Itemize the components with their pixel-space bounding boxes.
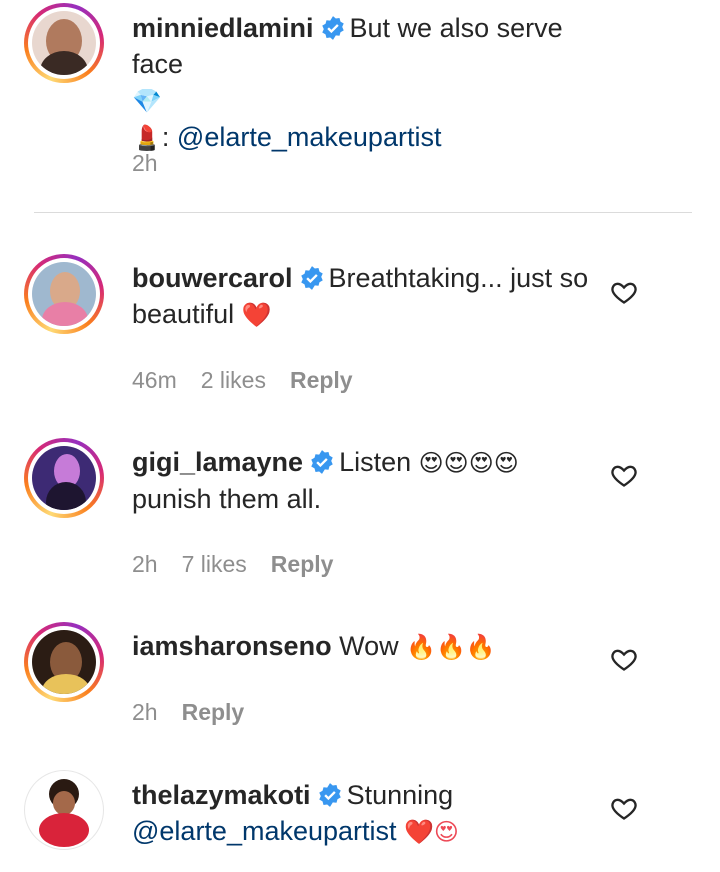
comment-body-continued: punish them all.: [132, 484, 322, 514]
mention-link[interactable]: @elarte_makeupartist: [177, 122, 442, 152]
comment-text: gigi_lamayne Listen 😍😍😍😍 punish them all.: [132, 444, 592, 517]
heart-eyes-emoji: 😍😍😍😍: [418, 449, 519, 477]
timestamp: 2h: [132, 699, 158, 725]
heart-emoji: ❤️: [241, 301, 272, 329]
timestamp: 2h: [132, 551, 158, 577]
comment-text: iamsharonseno Wow 🔥🔥🔥: [132, 628, 592, 665]
like-heart-icon[interactable]: [610, 794, 638, 822]
timestamp: 2h: [132, 150, 158, 176]
divider: [34, 212, 692, 213]
like-count[interactable]: 2 likes: [201, 367, 266, 394]
comment-text: bouwercarol Breathtaking... just so beaut…: [132, 260, 592, 333]
avatar[interactable]: [24, 770, 104, 850]
comment-body: Wow: [339, 631, 399, 661]
avatar[interactable]: [24, 622, 104, 702]
mention-link[interactable]: @elarte_makeupartist: [132, 816, 397, 846]
timestamp: 46m: [132, 367, 177, 393]
comment-body: Listen: [339, 447, 412, 477]
verified-badge-icon: [311, 450, 333, 474]
like-heart-icon[interactable]: [610, 461, 638, 489]
verified-badge-icon: [300, 266, 323, 290]
gem-emoji: 💎: [132, 87, 162, 115]
avatar[interactable]: [24, 438, 104, 518]
comment-meta: 2h 7 likes Reply: [132, 551, 333, 578]
reply-button[interactable]: Reply: [271, 551, 334, 578]
comment-text: thelazymakoti Stunning @elarte_makeuparti…: [132, 777, 592, 850]
verified-badge-icon: [318, 783, 341, 807]
verified-badge-icon: [321, 16, 344, 40]
avatar[interactable]: [24, 3, 104, 83]
comment-body: Stunning: [346, 780, 454, 810]
like-heart-icon[interactable]: [610, 645, 638, 673]
heart-emoji: ❤️😍: [404, 818, 459, 846]
comment-text: minniedlamini But we also serve face 💎 💄:…: [132, 10, 592, 156]
username[interactable]: thelazymakoti: [132, 780, 311, 810]
username[interactable]: gigi_lamayne: [132, 447, 303, 477]
separator: :: [161, 122, 170, 152]
avatar[interactable]: [24, 254, 104, 334]
username[interactable]: iamsharonseno: [132, 631, 332, 661]
comment-meta: 2h Reply: [132, 699, 244, 726]
comment-meta: 46m 2 likes Reply: [132, 367, 353, 394]
like-count[interactable]: 7 likes: [182, 551, 247, 578]
comment-meta: 2h: [132, 150, 158, 177]
lipstick-emoji: 💄: [132, 124, 162, 152]
reply-button[interactable]: Reply: [182, 699, 245, 726]
reply-button[interactable]: Reply: [290, 367, 353, 394]
username[interactable]: minniedlamini: [132, 13, 314, 43]
fire-emoji: 🔥🔥🔥: [406, 633, 496, 661]
like-heart-icon[interactable]: [610, 278, 638, 306]
username[interactable]: bouwercarol: [132, 263, 293, 293]
